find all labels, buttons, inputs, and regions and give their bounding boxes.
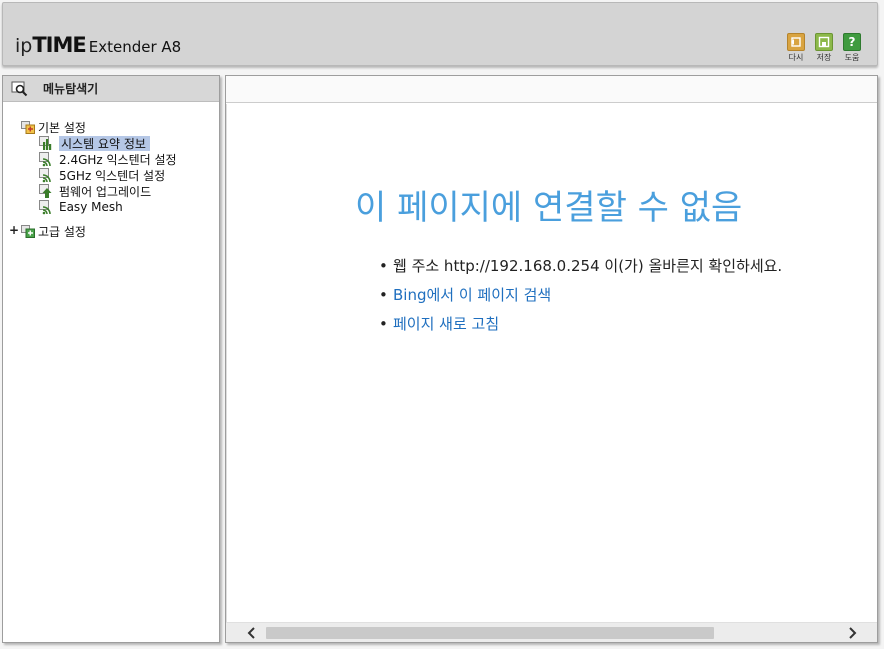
wifi-signal-icon [39,151,54,167]
tree-item-firmware-upgrade[interactable]: 펌웨어 업그레이드 [39,183,151,199]
error-suggestions: 웹 주소 http://192.168.0.254 이(가) 올바른지 확인하세… [379,252,782,339]
tree-item-24ghz-label: 2.4GHz 익스텐더 설정 [59,152,177,167]
menu-explorer-header: 메뉴탐색기 [3,76,219,102]
wifi-signal-icon [39,199,54,215]
logo-time-text: TIME [32,33,86,57]
error-title: 이 페이지에 연결할 수 없음 [355,188,743,228]
scroll-thumb[interactable] [266,627,714,639]
tree-item-easy-mesh-label: Easy Mesh [59,200,123,214]
menu-search-icon [11,81,29,97]
iptime-logo: ip TIME Extender A8 [15,33,181,57]
model-name: Extender A8 [88,38,182,56]
tree-group-basic[interactable]: 기본 설정 [21,119,86,135]
system-summary-icon [39,135,54,151]
tree-group-advanced-label: 고급 설정 [38,224,86,239]
firmware-upgrade-icon [39,183,54,199]
save-label: 저장 [816,53,832,62]
folder-advanced-icon [21,224,35,238]
tree-item-system-summary-label: 시스템 요약 정보 [59,135,150,151]
menu-explorer-panel: 메뉴탐색기 기본 설정 시스템 요약 정보 2.4GHz 익스텐더 설정 5GH… [2,75,220,643]
menu-explorer-title: 메뉴탐색기 [43,82,99,96]
suggestion-bing-search[interactable]: Bing에서 이 페이지 검색 [379,281,782,310]
tree-item-easy-mesh[interactable]: Easy Mesh [39,199,123,215]
header-bar: ip TIME Extender A8 다시 저장 ? 도움 [2,2,878,66]
folder-basic-icon [21,120,35,134]
tree-item-5ghz-extender[interactable]: 5GHz 익스텐더 설정 [39,167,165,183]
refresh-page-link[interactable]: 페이지 새로 고침 [393,315,499,333]
tree-item-firmware-label: 펌웨어 업그레이드 [59,184,152,199]
horizontal-scrollbar[interactable] [226,622,877,642]
help-button[interactable]: ? 도움 [841,33,863,63]
expand-advanced-toggle[interactable]: + [9,223,19,237]
help-label: 도움 [844,53,860,62]
scroll-right-icon[interactable] [844,625,860,641]
logo-ip-text: ip [15,35,33,57]
check-url-text: 웹 주소 http://192.168.0.254 이(가) 올바른지 확인하세… [393,257,783,275]
content-top-strip [226,76,877,103]
tree-item-5ghz-label: 5GHz 익스텐더 설정 [59,168,166,183]
tree-group-basic-label: 기본 설정 [38,120,86,135]
tree-item-system-summary[interactable]: 시스템 요약 정보 [39,135,150,151]
error-page: 이 페이지에 연결할 수 없음 웹 주소 http://192.168.0.25… [226,104,877,622]
suggestion-refresh[interactable]: 페이지 새로 고침 [379,310,782,339]
content-panel: 이 페이지에 연결할 수 없음 웹 주소 http://192.168.0.25… [225,75,878,643]
scroll-left-icon[interactable] [244,625,260,641]
suggestion-check-url: 웹 주소 http://192.168.0.254 이(가) 올바른지 확인하세… [379,252,782,281]
undo-icon [787,33,805,51]
undo-label: 다시 [788,53,804,62]
tree-item-24ghz-extender[interactable]: 2.4GHz 익스텐더 설정 [39,151,177,167]
wifi-signal-icon [39,167,54,183]
undo-button[interactable]: 다시 [785,33,807,63]
save-button[interactable]: 저장 [813,33,835,63]
tree-group-advanced[interactable]: 고급 설정 [21,223,86,239]
help-icon: ? [843,33,861,51]
app-window: ip TIME Extender A8 다시 저장 ? 도움 메뉴탐색기 기본 … [0,0,884,649]
toolbar: 다시 저장 ? 도움 [785,33,863,63]
save-icon [815,33,833,51]
bing-search-link[interactable]: Bing에서 이 페이지 검색 [393,286,551,304]
